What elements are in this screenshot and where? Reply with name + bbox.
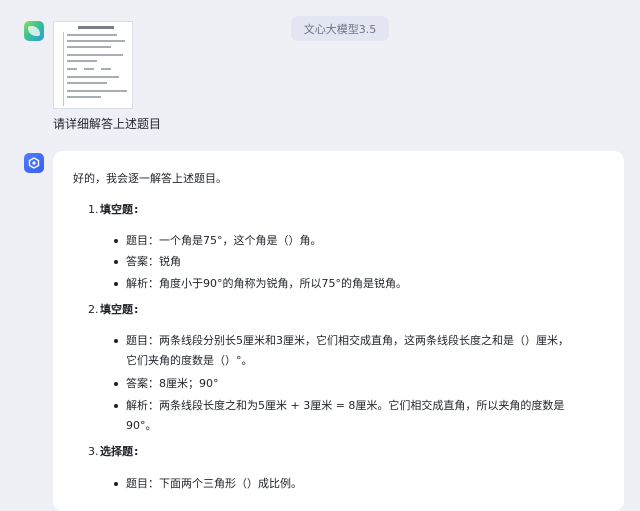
user-avatar-icon — [24, 21, 44, 41]
bullet-icon — [114, 404, 118, 408]
q2-answer: 答案：8厘米；90° — [126, 377, 219, 390]
ernie-logo-icon — [24, 153, 44, 173]
bullet-icon — [114, 339, 118, 343]
q1-type: 填空题 — [100, 203, 133, 216]
bullet-icon — [114, 260, 118, 264]
q2-colon: : — [134, 303, 139, 316]
q3-number: 3. — [88, 445, 99, 458]
bullet-icon — [114, 382, 118, 386]
q2-question-line2: 它们夹角的度数是（）°。 — [126, 354, 253, 367]
bot-response: 好的，我会逐一解答上述题目。 1. 填空题 : 题目：一个角是75°，这个角是（… — [53, 151, 624, 511]
bullet-icon — [114, 239, 118, 243]
user-message: 请详细解答上述题目 — [53, 117, 162, 131]
q2-question-line1: 题目：两条线段分别长5厘米和3厘米，它们相交成直角，这两条线段长度之和是（）厘米… — [126, 334, 569, 347]
q3-question: 题目：下面两个三角形（）成比例。 — [126, 477, 302, 490]
q1-analysis: 解析：角度小于90°的角称为锐角，所以75°的角是锐角。 — [126, 277, 407, 290]
response-intro: 好的，我会逐一解答上述题目。 — [73, 172, 227, 185]
bullet-icon — [114, 282, 118, 286]
q3-colon: : — [134, 445, 139, 458]
worksheet-thumbnail[interactable] — [53, 21, 133, 109]
q1-answer: 答案：锐角 — [126, 255, 181, 268]
q2-analysis-line1: 解析：两条线段长度之和为5厘米 + 3厘米 = 8厘米。它们相交成直角，所以夹角… — [126, 399, 565, 412]
q1-colon: : — [134, 203, 139, 216]
model-badge: 文心大模型3.5 — [291, 16, 389, 41]
bullet-icon — [114, 482, 118, 486]
q2-type: 填空题 — [100, 303, 133, 316]
q2-number: 2. — [88, 303, 99, 316]
q3-type: 选择题 — [100, 445, 133, 458]
q1-question: 题目：一个角是75°，这个角是（）角。 — [126, 234, 322, 247]
q2-analysis-line2: 90°。 — [126, 419, 157, 432]
q1-number: 1. — [88, 203, 99, 216]
